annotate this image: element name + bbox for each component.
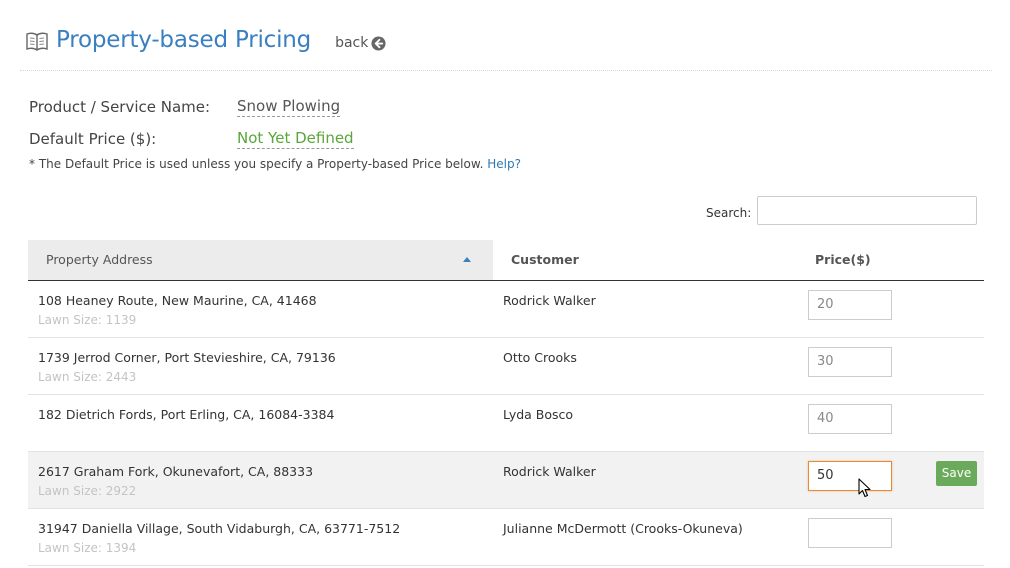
property-address: 31947 Daniella Village, South Vidaburgh,… xyxy=(38,520,401,536)
back-link[interactable]: back xyxy=(335,35,386,51)
customer-cell: Julianne McDermott (Crooks-Okuneva) xyxy=(493,508,795,566)
price-input[interactable] xyxy=(808,289,892,320)
column-header-price[interactable]: Price($) xyxy=(795,240,984,281)
default-price-note: * The Default Price is used unless you s… xyxy=(29,157,521,171)
address-cell: 182 Dietrich Fords, Port Erling, CA, 160… xyxy=(28,394,493,452)
book-icon xyxy=(26,32,48,51)
column-header-property-address[interactable]: Property Address xyxy=(28,240,493,281)
column-header-customer[interactable]: Customer xyxy=(493,240,795,281)
property-address: 2617 Graham Fork, Okunevafort, CA, 88333 xyxy=(38,463,314,479)
product-name-value[interactable]: Snow Plowing xyxy=(237,97,341,117)
customer-name: Rodrick Walker xyxy=(503,292,596,308)
lawn-size: Lawn Size: 1139 xyxy=(38,312,137,327)
search-input[interactable] xyxy=(757,196,978,225)
help-link[interactable]: Help? xyxy=(487,157,521,171)
address-cell: 108 Heaney Route, New Maurine, CA, 41468… xyxy=(28,280,493,338)
lawn-size: Lawn Size: 2922 xyxy=(38,483,137,498)
table-row-active: 2617 Graham Fork, Okunevafort, CA, 88333… xyxy=(28,451,984,509)
table-row: 31947 Daniella Village, South Vidaburgh,… xyxy=(28,508,984,566)
price-cell xyxy=(795,337,984,395)
price-input[interactable] xyxy=(808,517,892,548)
table-row: 108 Heaney Route, New Maurine, CA, 41468… xyxy=(28,280,984,338)
lawn-size: Lawn Size: 1394 xyxy=(38,540,137,555)
table-row: 1739 Jerrod Corner, Port Stevieshire, CA… xyxy=(28,337,984,395)
back-arrow-icon xyxy=(371,35,386,51)
customer-cell: Lyda Bosco xyxy=(493,394,795,452)
header-divider xyxy=(20,70,992,71)
product-name-label: Product / Service Name: xyxy=(29,98,211,116)
address-cell: 31947 Daniella Village, South Vidaburgh,… xyxy=(28,508,493,566)
save-button[interactable]: Save xyxy=(936,460,977,486)
price-cell xyxy=(795,394,984,452)
mouse-cursor-icon xyxy=(858,477,871,497)
customer-name: Julianne McDermott (Crooks-Okuneva) xyxy=(503,520,743,536)
table-row: 182 Dietrich Fords, Port Erling, CA, 160… xyxy=(28,394,984,452)
price-cell: Save xyxy=(795,451,984,509)
page-header: Property-based Pricing back xyxy=(26,20,386,60)
page-title: Property-based Pricing xyxy=(56,27,312,53)
default-price-row: Default Price ($): Not Yet Defined xyxy=(29,129,354,149)
customer-name: Otto Crooks xyxy=(503,349,577,365)
lawn-size: Lawn Size: 2443 xyxy=(38,369,137,384)
sort-ascending-icon[interactable] xyxy=(463,257,471,262)
default-price-value[interactable]: Not Yet Defined xyxy=(237,129,354,149)
property-address: 1739 Jerrod Corner, Port Stevieshire, CA… xyxy=(38,349,336,365)
pricing-table: Property Address Customer Price($) 108 H… xyxy=(28,240,984,566)
property-address: 182 Dietrich Fords, Port Erling, CA, 160… xyxy=(38,406,335,422)
customer-cell: Rodrick Walker xyxy=(493,280,795,338)
price-input[interactable] xyxy=(808,346,892,377)
price-cell xyxy=(795,280,984,338)
property-address: 108 Heaney Route, New Maurine, CA, 41468 xyxy=(38,292,317,308)
price-input[interactable] xyxy=(808,403,892,434)
table-header-row: Property Address Customer Price($) xyxy=(28,240,984,281)
address-cell: 2617 Graham Fork, Okunevafort, CA, 88333… xyxy=(28,451,493,509)
customer-name: Rodrick Walker xyxy=(503,463,596,479)
price-cell xyxy=(795,508,984,566)
back-label: back xyxy=(335,35,369,51)
customer-name: Lyda Bosco xyxy=(503,406,574,422)
note-text: * The Default Price is used unless you s… xyxy=(29,157,484,171)
search-label: Search: xyxy=(706,205,752,220)
address-cell: 1739 Jerrod Corner, Port Stevieshire, CA… xyxy=(28,337,493,395)
search-bar: Search: xyxy=(706,196,978,225)
customer-cell: Otto Crooks xyxy=(493,337,795,395)
default-price-label: Default Price ($): xyxy=(29,130,157,148)
customer-cell: Rodrick Walker xyxy=(493,451,795,509)
column-header-label: Property Address xyxy=(46,252,153,268)
price-input-active[interactable] xyxy=(808,460,892,491)
product-name-row: Product / Service Name: Snow Plowing xyxy=(29,97,341,117)
